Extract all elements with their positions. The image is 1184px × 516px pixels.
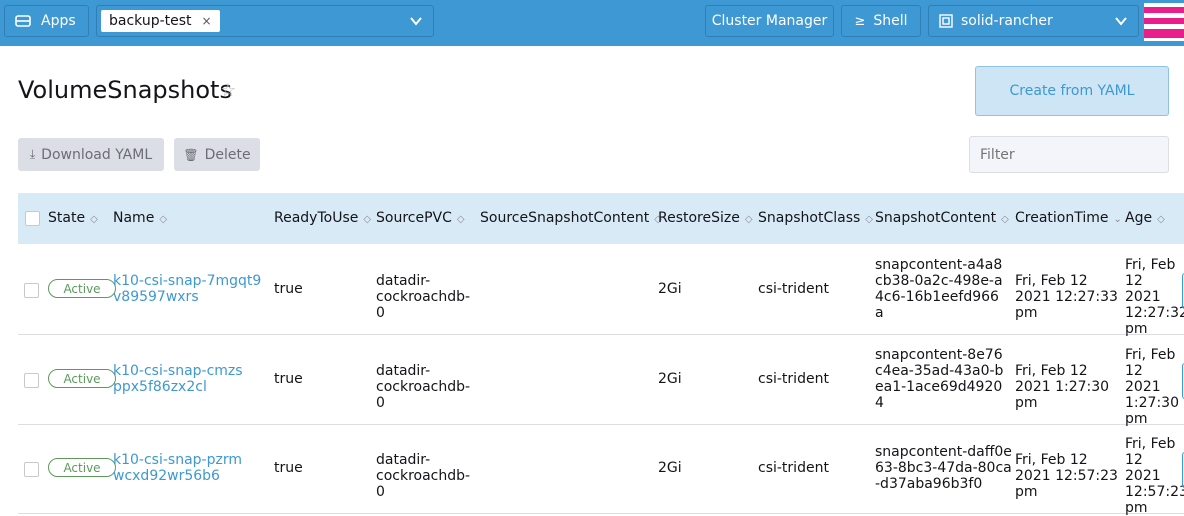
chevron-down-icon[interactable]	[1114, 14, 1128, 28]
snapshot-name-link[interactable]: k10-csi-snap-cmzsppx5f86zx2cl	[113, 363, 243, 395]
download-yaml-button[interactable]: ⤓ Download YAML	[18, 138, 164, 171]
table-row[interactable]: Active k10-csi-snap-7mgqt9v89597wxrs tru…	[18, 245, 1184, 337]
cluster-icon	[939, 14, 953, 28]
status-badge: Active	[48, 279, 116, 298]
delete-label: Delete	[204, 146, 251, 163]
cluster-selector[interactable]: solid-rancher	[928, 5, 1139, 37]
chip-remove-icon[interactable]: ×	[202, 10, 212, 32]
column-header-restoresize[interactable]: RestoreSize ◇	[658, 210, 753, 226]
column-header-creationtime[interactable]: CreationTime ⌄	[1015, 210, 1122, 226]
apps-icon	[15, 15, 31, 27]
download-icon: ⤓	[29, 147, 36, 161]
restore-size: 2Gi	[658, 371, 682, 387]
column-label: RestoreSize	[658, 210, 740, 226]
avatar-stripe	[1144, 29, 1184, 38]
column-header-state[interactable]: State ◇	[48, 210, 98, 226]
age: Fri, Feb 12 2021 12:57:23 pm	[1125, 436, 1184, 516]
namespace-chip[interactable]: backup-test ×	[101, 10, 220, 32]
create-from-yaml-button[interactable]: Create from YAML	[975, 66, 1169, 116]
table-row[interactable]: Active k10-csi-snap-pzrmwcxd92wr56b6 tru…	[18, 424, 1184, 516]
restore-size: 2Gi	[658, 460, 682, 476]
apps-label: Apps	[41, 13, 76, 29]
column-header-snapshotcontent[interactable]: SnapshotContent ◇	[875, 210, 1009, 226]
snapshot-name-link[interactable]: k10-csi-snap-7mgqt9v89597wxrs	[113, 273, 269, 305]
sort-icon: ◇	[363, 214, 372, 225]
source-pvc: datadir-cockroachdb-0	[376, 273, 471, 321]
avatar-stripe	[1144, 7, 1184, 13]
column-label: Age	[1125, 210, 1153, 226]
avatar-stripe	[1144, 18, 1184, 24]
sort-icon: ◇	[1001, 214, 1009, 225]
row-checkbox[interactable]	[24, 283, 39, 298]
column-header-age[interactable]: Age ◇	[1125, 210, 1165, 226]
star-icon[interactable]: ☆	[220, 80, 236, 101]
status-badge: Active	[48, 458, 116, 477]
source-pvc: datadir-cockroachdb-0	[376, 452, 471, 500]
apps-button[interactable]: Apps	[4, 5, 89, 37]
status-badge: Active	[48, 369, 116, 388]
cluster-manager-button[interactable]: Cluster Manager	[705, 5, 834, 37]
column-label: SourcePVC	[376, 210, 452, 226]
creation-time: Fri, Feb 12 2021 1:27:30 pm	[1015, 363, 1110, 411]
sort-icon: ◇	[456, 214, 465, 225]
sort-icon: ◇	[865, 214, 873, 225]
age: Fri, Feb 12 2021 12:27:32 pm	[1125, 257, 1184, 337]
trash-icon: 🗑	[183, 147, 199, 162]
column-label: CreationTime	[1015, 210, 1109, 226]
ready-to-use: true	[274, 281, 303, 297]
column-label: State	[48, 210, 86, 226]
chevron-down-icon[interactable]	[409, 14, 423, 28]
shell-label: Shell	[873, 13, 908, 29]
cluster-manager-label: Cluster Manager	[711, 13, 828, 29]
row-checkbox[interactable]	[24, 462, 39, 477]
sort-icon: ◇	[744, 214, 753, 225]
row-checkbox[interactable]	[24, 373, 39, 388]
column-label: ReadyToUse	[274, 210, 359, 226]
column-header-sourcepvc[interactable]: SourcePVC ◇	[376, 210, 465, 226]
table-row[interactable]: Active k10-csi-snap-cmzsppx5f86zx2cl tru…	[18, 335, 1184, 427]
column-label: SourceSnapshotContent	[480, 210, 650, 226]
download-yaml-label: Download YAML	[41, 146, 153, 163]
avatar[interactable]	[1144, 3, 1184, 41]
source-pvc: datadir-cockroachdb-0	[376, 363, 471, 411]
filter-input[interactable]	[969, 136, 1169, 173]
sort-icon: ⌄	[1113, 214, 1122, 225]
sort-icon: ◇	[90, 214, 98, 225]
column-label: SnapshotClass	[758, 210, 861, 226]
creation-time: Fri, Feb 12 2021 12:57:23 pm	[1015, 452, 1118, 500]
column-header-snapshotclass[interactable]: SnapshotClass ◇	[758, 210, 873, 226]
shell-button[interactable]: ≥ Shell	[841, 5, 921, 37]
column-header-name[interactable]: Name ◇	[113, 210, 167, 226]
column-label: Name	[113, 210, 155, 226]
snapshot-content: snapcontent-8e76c4ea-35ad-43a0-bea1-1ace…	[875, 347, 1004, 411]
top-bar: Apps backup-test × Cluster Manager ≥ She…	[0, 0, 1184, 46]
snapshot-class: csi-trident	[758, 371, 829, 387]
sort-icon: ◇	[159, 214, 168, 225]
sort-icon: ◇	[1157, 214, 1165, 225]
column-label: SnapshotContent	[875, 210, 997, 226]
shell-icon: ≥	[854, 13, 866, 29]
ready-to-use: true	[274, 460, 303, 476]
page-title: VolumeSnapshots	[18, 76, 232, 104]
age: Fri, Feb 12 2021 1:27:30 pm	[1125, 347, 1179, 427]
table-header: State ◇ Name ◇ ReadyToUse ◇ SourcePVC ◇ Sour…	[18, 193, 1184, 244]
cluster-name: solid-rancher	[961, 13, 1053, 29]
snapshot-name-link[interactable]: k10-csi-snap-pzrmwcxd92wr56b6	[113, 452, 243, 484]
snapshot-class: csi-trident	[758, 281, 829, 297]
select-all-checkbox[interactable]	[25, 211, 40, 226]
delete-button[interactable]: 🗑 Delete	[174, 138, 260, 171]
namespace-chip-label: backup-test	[109, 13, 192, 29]
column-header-sourcesnapshotcontent[interactable]: SourceSnapshotContent ◇	[480, 210, 662, 226]
restore-size: 2Gi	[658, 281, 682, 297]
snapshot-content: snapcontent-daff0e63-8bc3-47da-80ca-d37a…	[875, 444, 1012, 492]
namespace-selector[interactable]: backup-test ×	[96, 5, 434, 37]
ready-to-use: true	[274, 371, 303, 387]
snapshot-class: csi-trident	[758, 460, 829, 476]
creation-time: Fri, Feb 12 2021 12:27:33 pm	[1015, 273, 1118, 321]
column-header-readytouse[interactable]: ReadyToUse ◇	[274, 210, 371, 226]
snapshot-content: snapcontent-a4a8cb38-0a2c-498e-a4c6-16b1…	[875, 257, 1003, 321]
